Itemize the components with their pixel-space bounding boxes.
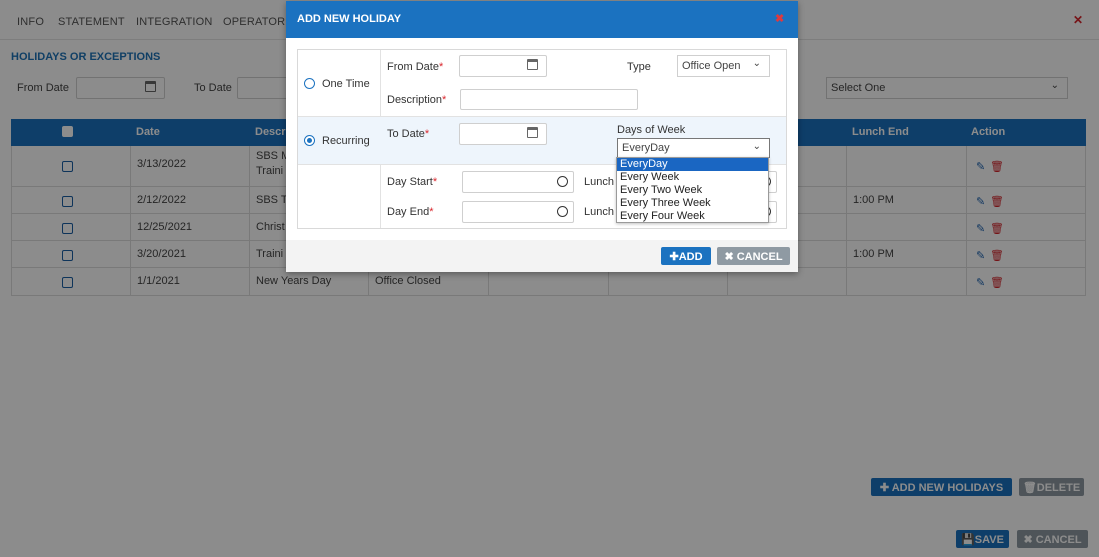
to-date-input[interactable] — [459, 123, 547, 145]
calendar-icon[interactable] — [527, 59, 538, 70]
to-date-label: To Date* — [387, 128, 430, 140]
description-input[interactable] — [460, 89, 638, 110]
type-label: Type — [627, 61, 651, 73]
type-select[interactable]: Office Open ⌄ — [677, 55, 770, 77]
dropdown-option-every-three-week[interactable]: Every Three Week — [617, 197, 768, 210]
day-end-label: Day End* — [387, 206, 434, 218]
lunch-end-label: Lunch — [584, 206, 614, 218]
modal-header: ADD NEW HOLIDAY ✖ — [286, 1, 798, 38]
modal-footer: ✚ADD ✖ CANCEL — [286, 240, 798, 272]
chevron-down-icon: ⌄ — [752, 58, 761, 69]
calendar-icon[interactable] — [527, 127, 538, 138]
modal-cancel-button[interactable]: ✖ CANCEL — [717, 247, 790, 265]
from-date-label: From Date* — [387, 61, 444, 73]
lunch-start-label: Lunch — [584, 176, 614, 188]
clock-icon[interactable] — [557, 206, 568, 217]
dropdown-option-every-four-week[interactable]: Every Four Week — [617, 210, 768, 223]
recurring-radio[interactable] — [304, 135, 315, 146]
days-of-week-value: EveryDay — [622, 142, 670, 154]
add-holiday-modal: ADD NEW HOLIDAY ✖ One Time From Date* Ty… — [286, 1, 798, 272]
modal-add-button[interactable]: ✚ADD — [661, 247, 711, 265]
day-end-input[interactable] — [462, 201, 574, 223]
description-label: Description* — [387, 94, 447, 106]
type-select-value: Office Open — [682, 60, 741, 72]
dropdown-option-every-week[interactable]: Every Week — [617, 171, 768, 184]
recurring-label: Recurring — [322, 135, 370, 147]
one-time-label: One Time — [322, 78, 370, 90]
from-date-input[interactable] — [459, 55, 547, 77]
modal-title: ADD NEW HOLIDAY — [297, 13, 402, 25]
plus-icon: ✚ — [669, 251, 679, 263]
clock-icon[interactable] — [557, 176, 568, 187]
dropdown-option-every-two-week[interactable]: Every Two Week — [617, 184, 768, 197]
close-icon: ✖ — [724, 251, 737, 263]
day-start-label: Day Start* — [387, 176, 438, 188]
modal-close-icon[interactable]: ✖ — [775, 12, 784, 25]
chevron-down-icon: ⌄ — [752, 141, 761, 152]
days-of-week-select[interactable]: EveryDay ⌄ — [617, 138, 770, 158]
one-time-radio[interactable] — [304, 78, 315, 89]
dropdown-option-everyday[interactable]: EveryDay — [617, 158, 768, 171]
days-of-week-dropdown-list: EveryDay Every Week Every Two Week Every… — [616, 157, 769, 223]
days-of-week-label: Days of Week — [617, 124, 686, 136]
day-start-input[interactable] — [462, 171, 574, 193]
